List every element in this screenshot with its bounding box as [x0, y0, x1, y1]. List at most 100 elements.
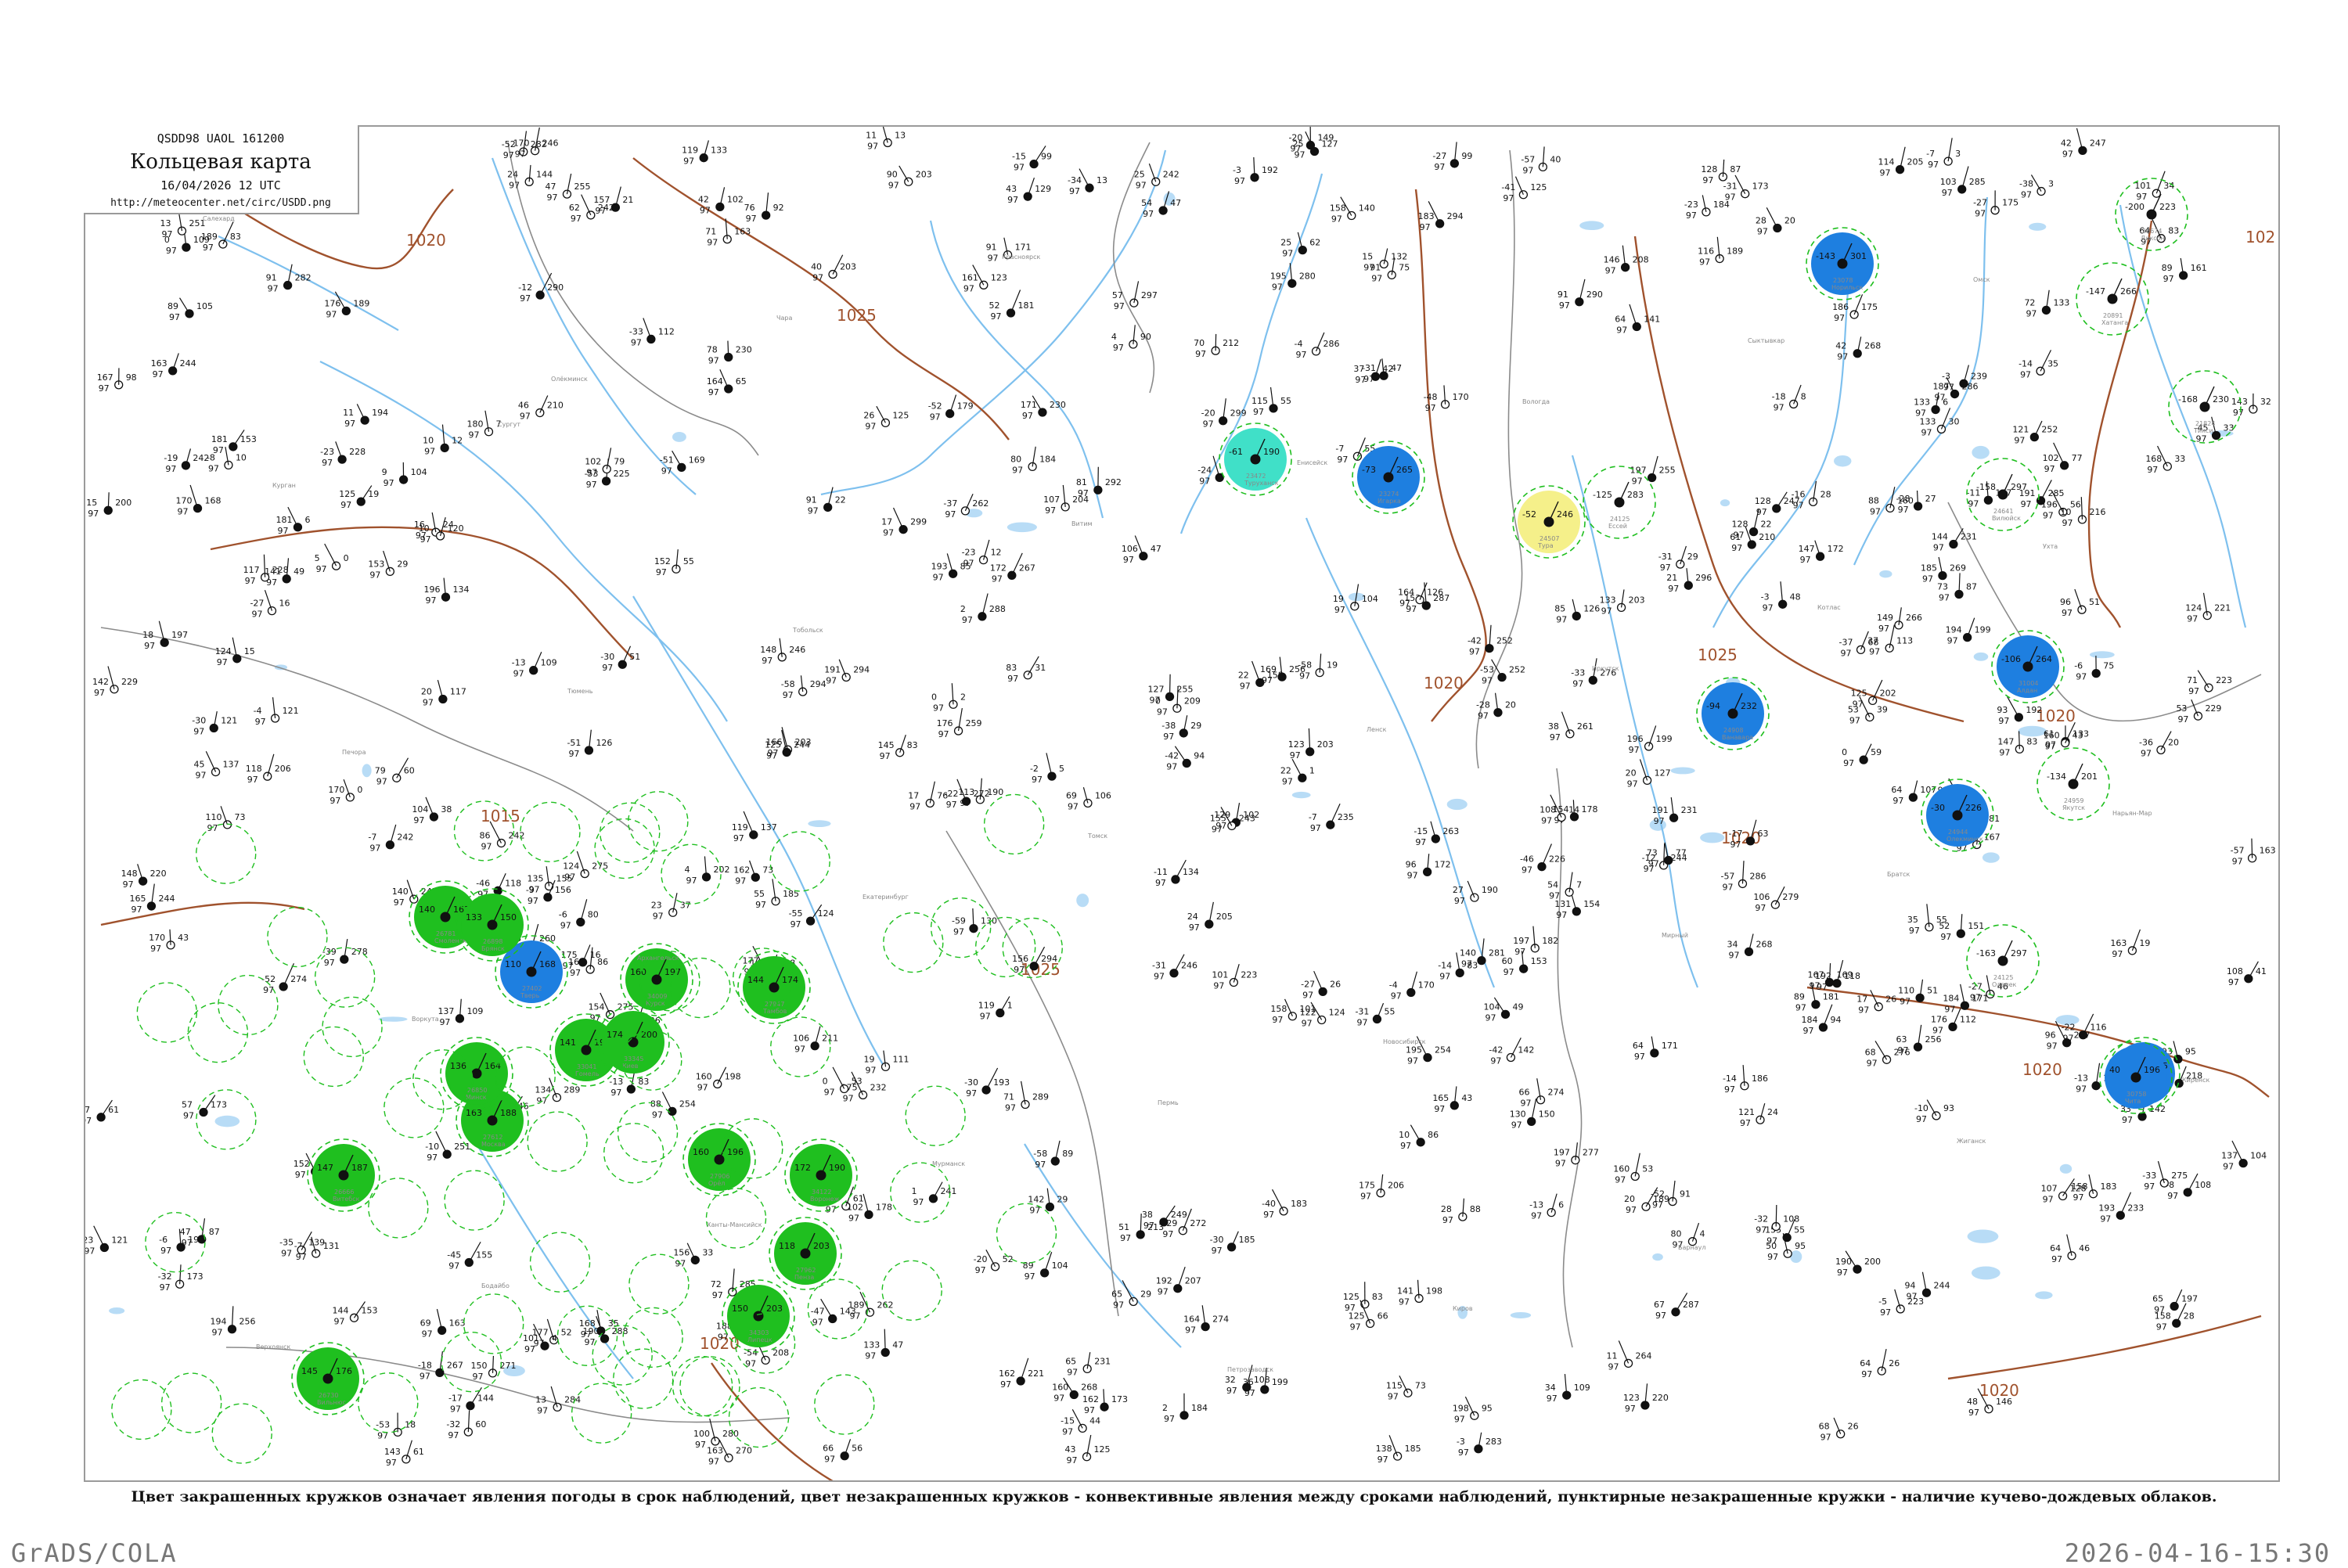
wind-barb — [1046, 753, 1052, 776]
station-value: 171 — [1021, 400, 1037, 410]
station-value: 109 — [466, 1006, 483, 1016]
station-value: 97 — [1454, 1414, 1465, 1424]
station-value: 294 — [1447, 211, 1464, 221]
lake-shape — [1652, 1253, 1663, 1261]
station-value: 91 — [1680, 1189, 1691, 1199]
station-value: 97 — [384, 478, 394, 488]
station-value: 280 — [1299, 271, 1316, 281]
station-pressure: 223 — [2159, 202, 2176, 212]
station-value: 19 — [1333, 594, 1344, 604]
station-23472: -6119023472Туруханск — [1219, 423, 1291, 495]
station-value: 27 — [1453, 885, 1464, 895]
station-value: 108 — [2195, 1180, 2211, 1190]
wind-barb — [1871, 990, 1878, 1006]
station-24944: -3022624944Олекминск — [1921, 779, 1993, 851]
station-34122: 17219034122Воронеж — [785, 1139, 857, 1211]
station-value: 244 — [794, 740, 810, 750]
station-value: 90 — [1140, 332, 1151, 342]
station-value: -58 — [1298, 660, 1312, 671]
wind-barb — [180, 298, 189, 314]
station-value: 163 — [449, 1318, 466, 1328]
station-value: 163 — [2110, 938, 2127, 948]
station-value: 269 — [1950, 563, 1966, 574]
station-value: 10 — [423, 435, 434, 445]
station-value: -53 — [1480, 665, 1494, 675]
station-value: 11 — [343, 408, 354, 418]
station-value: 97 — [1295, 150, 1305, 160]
station-value: 203 — [1317, 739, 1334, 750]
station-value: 173 — [187, 1271, 203, 1282]
station-value: 70 — [1194, 338, 1205, 348]
station-value: 190 — [583, 1326, 600, 1336]
station-value: 97 — [1975, 209, 1986, 219]
station-value: 0 — [1155, 696, 1161, 706]
station-value: 32 — [2260, 397, 2271, 407]
station-value: 193 — [2098, 1203, 2115, 1213]
station-value: 97 — [708, 1456, 719, 1466]
station-temperature: -163 — [1976, 948, 1996, 958]
station-value: 16 — [279, 599, 290, 609]
station-pressure: 190 — [1263, 447, 1280, 457]
station-value: 220 — [1652, 1393, 1669, 1403]
cb-dashed-ring — [706, 1189, 765, 1248]
station-value: -32 — [158, 1271, 172, 1282]
station-value: 97 — [1837, 352, 1848, 362]
station-23078: -14330123078Норильск — [1806, 228, 1878, 300]
station-value: -33 — [2142, 1171, 2156, 1181]
station-value: 97 — [695, 1440, 706, 1450]
station-value: 97 — [946, 800, 957, 810]
station-value: 113 — [1896, 635, 1913, 646]
station-value: 216 — [2089, 507, 2105, 517]
station-value: 97 — [207, 823, 218, 833]
station-value: 97 — [1334, 605, 1345, 615]
station-code: 27947 — [765, 1001, 784, 1008]
station-circle — [229, 443, 237, 451]
station-value: 286 — [1749, 871, 1766, 881]
station-value: 231 — [1094, 1356, 1111, 1366]
station-value: 1 — [911, 1186, 917, 1196]
source-url[interactable]: http://meteocenter.net/circ/USDD.png — [84, 197, 358, 209]
station-value: 120 — [448, 523, 464, 534]
station-value: 106 — [1095, 790, 1111, 800]
station-value: 118 — [1844, 971, 1860, 981]
station-value: 83 — [230, 232, 241, 242]
cb-dashed-ring — [304, 1027, 363, 1086]
station-value: -14 — [2018, 358, 2033, 369]
station-value: 97 — [1458, 1448, 1469, 1458]
station-circle — [1327, 821, 1334, 829]
station-value: 42 — [2061, 138, 2072, 148]
station-value: 106 — [1122, 544, 1138, 554]
station-value: 97 — [1915, 408, 1926, 419]
station-value: 137 — [223, 760, 239, 770]
station-value: 244 — [1934, 1280, 1950, 1290]
station-value: 52 — [1003, 1254, 1014, 1264]
station-value: 17 — [881, 517, 892, 527]
isobar-label: 1020 — [2022, 1060, 2062, 1079]
station-value: 162 — [1082, 1394, 1099, 1404]
station-value: 97 — [991, 311, 1002, 322]
wind-barb — [1776, 1205, 1777, 1227]
station-value: 97 — [150, 944, 161, 954]
station-value: 97 — [520, 293, 531, 304]
station-value: 97 — [1439, 971, 1450, 981]
station-value: 13 — [160, 218, 171, 228]
station-circle — [700, 154, 708, 162]
station-value: 170 — [328, 785, 344, 795]
station-value: 97 — [1007, 195, 1018, 205]
station-circle — [807, 917, 815, 925]
station-name: Орёл — [708, 1180, 725, 1187]
station-value: 97 — [1195, 349, 1206, 359]
station-value: -30 — [1210, 1235, 1224, 1245]
station-value: 252 — [1496, 636, 1513, 646]
lake-shape — [2018, 726, 2046, 737]
station-value: -46 — [1520, 854, 1534, 865]
place-name: Курган — [272, 482, 296, 489]
station-value: 97 — [196, 771, 207, 781]
station-value: 141 — [1644, 314, 1660, 324]
station-value: 260 — [539, 933, 556, 944]
station-value: 97 — [413, 815, 424, 825]
station-value: 97 — [1521, 1099, 1532, 1109]
station-value: 112 — [658, 326, 675, 336]
station-value: 97 — [333, 1316, 344, 1326]
station-value: 2 — [960, 604, 966, 614]
